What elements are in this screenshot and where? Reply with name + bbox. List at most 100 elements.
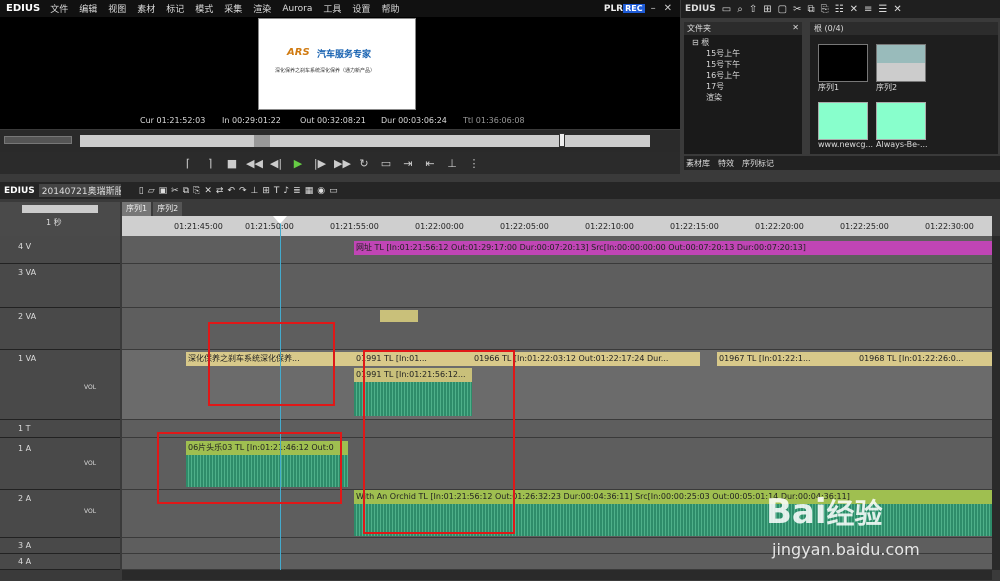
zoom-level[interactable]: 1 秒	[46, 217, 62, 228]
tab-sequence-markers[interactable]: 序列标记	[742, 158, 774, 169]
zoom-slider[interactable]	[22, 205, 98, 213]
step-back-icon[interactable]: ◀|	[268, 157, 284, 170]
undo-icon[interactable]: ↶	[227, 186, 235, 196]
copy-icon[interactable]: ⧉	[807, 4, 814, 15]
clip-item[interactable]: www.newcg...	[818, 102, 876, 149]
group-icon[interactable]: ⊞	[262, 186, 270, 196]
track-header-3va[interactable]: 3 VA	[0, 264, 120, 308]
bin-close-icon[interactable]: ✕	[893, 4, 901, 15]
tree-folder[interactable]: 16号上午	[692, 70, 794, 81]
track-header-1va[interactable]: 1 VA VOL	[0, 350, 120, 420]
delete-icon[interactable]: ✕	[850, 4, 858, 15]
layout-icon[interactable]: ▭	[329, 186, 338, 196]
tab-sequence-2[interactable]: 序列2	[153, 202, 183, 216]
step-forward-icon[interactable]: |▶	[312, 157, 328, 170]
render-icon[interactable]: ▦	[305, 186, 314, 196]
timeline-hscroll[interactable]	[122, 570, 992, 580]
track-header-4v[interactable]: 4 V	[0, 236, 120, 264]
paste-icon[interactable]: ⎘	[821, 4, 829, 15]
track-header-2a[interactable]: 2 A VOL	[0, 490, 120, 538]
track-header-2va[interactable]: 2 VA	[0, 308, 120, 350]
menu-mode[interactable]: 模式	[195, 2, 213, 15]
cursor-head-icon[interactable]	[273, 216, 287, 224]
text-icon[interactable]: T	[274, 186, 280, 196]
tab-bin[interactable]: 素材库	[686, 158, 710, 169]
paste-icon[interactable]: ⎘	[193, 186, 200, 196]
menu-edit[interactable]: 编辑	[79, 2, 97, 15]
track-header-1t[interactable]: 1 T	[0, 420, 120, 438]
clip-item[interactable]: 序列2	[876, 44, 934, 93]
search-icon[interactable]: ⌕	[737, 4, 743, 15]
set-in-icon[interactable]: ⌈	[180, 157, 196, 170]
loop-icon[interactable]: ↻	[356, 157, 372, 170]
clip-01967[interactable]: 01967 TL [In:01:22:1...	[717, 352, 857, 366]
list-icon[interactable]: ☰	[878, 4, 887, 15]
minimize-icon[interactable]: –	[651, 3, 656, 14]
menu-settings[interactable]: 设置	[352, 2, 370, 15]
plr-label[interactable]: PLR	[604, 4, 623, 14]
mic-icon[interactable]: ♪	[283, 186, 289, 196]
menu-marker[interactable]: 标记	[166, 2, 184, 15]
menu-file[interactable]: 文件	[50, 2, 68, 15]
tree-folder[interactable]: 17号	[692, 81, 794, 92]
new-sequence-icon[interactable]: ▯	[139, 186, 144, 196]
timeline-vscroll[interactable]	[992, 236, 1000, 570]
menu-view[interactable]: 视图	[108, 2, 126, 15]
tab-effects[interactable]: 特效	[718, 158, 734, 169]
split-icon[interactable]: ⊥	[444, 157, 460, 170]
menu-help[interactable]: 帮助	[381, 2, 399, 15]
view-icon[interactable]: ≡	[864, 4, 872, 15]
tree-close-icon[interactable]: ✕	[792, 23, 799, 34]
menu-render[interactable]: 渲染	[253, 2, 271, 15]
clip-small[interactable]	[380, 310, 418, 322]
mixer-icon[interactable]: ≣	[293, 186, 301, 196]
open-icon[interactable]: ▱	[148, 186, 155, 196]
menu-capture[interactable]: 采集	[224, 2, 242, 15]
menu-clip[interactable]: 素材	[137, 2, 155, 15]
sync-icon[interactable]: ◉	[317, 186, 325, 196]
shuttle-slider[interactable]	[4, 136, 72, 144]
clip-item[interactable]: 序列1	[818, 44, 876, 93]
insert-icon[interactable]: ⇥	[400, 157, 416, 170]
menu-aurora[interactable]: Aurora	[282, 4, 312, 14]
player-scrub-bar[interactable]	[0, 130, 680, 152]
project-name[interactable]: 20140721奥瑞斯服...	[38, 184, 121, 197]
rewind-icon[interactable]: ◀◀	[246, 157, 263, 170]
fast-forward-icon[interactable]: ▶▶	[334, 157, 351, 170]
playhead-marker[interactable]	[559, 133, 565, 147]
clip-item[interactable]: Always-Be-...	[876, 102, 934, 149]
tab-sequence-1[interactable]: 序列1	[122, 202, 152, 216]
cut-icon[interactable]: ✂	[793, 4, 801, 15]
play-icon[interactable]: ▶	[290, 157, 306, 170]
folder-icon[interactable]: ▭	[722, 4, 731, 15]
copy-icon[interactable]: ⧉	[183, 186, 189, 196]
save-icon[interactable]: ▣	[159, 186, 168, 196]
tree-folder[interactable]: 15号上午	[692, 48, 794, 59]
set-out-icon[interactable]: ⌉	[202, 157, 218, 170]
track-3va[interactable]	[122, 264, 992, 308]
close-icon[interactable]: ✕	[664, 3, 672, 14]
properties-icon[interactable]: ☷	[835, 4, 844, 15]
ripple-icon[interactable]: ⇄	[216, 186, 224, 196]
time-ruler[interactable]: 01:21:45:00 01:21:50:00 01:21:55:00 01:2…	[122, 216, 992, 236]
rec-label[interactable]: REC	[623, 4, 645, 13]
track-header-1a[interactable]: 1 A VOL	[0, 438, 120, 490]
stop-icon[interactable]: ■	[224, 157, 240, 170]
menu-tools[interactable]: 工具	[323, 2, 341, 15]
tree-folder[interactable]: 渲染	[692, 92, 794, 103]
clip-url[interactable]: 网址 TL [In:01:21:56:12 Out:01:29:17:00 Du…	[354, 241, 992, 255]
overwrite-icon[interactable]: ⇤	[422, 157, 438, 170]
split-icon[interactable]: ⊥	[251, 186, 259, 196]
monitor-icon[interactable]: ▭	[378, 157, 394, 170]
tree-root[interactable]: ⊟ 根	[692, 37, 794, 48]
redo-icon[interactable]: ↷	[239, 186, 247, 196]
track-header-3a[interactable]: 3 A	[0, 538, 120, 554]
track-4v[interactable]: 网址 TL [In:01:21:56:12 Out:01:29:17:00 Du…	[122, 236, 992, 264]
add-clip-icon[interactable]: ⊞	[763, 4, 771, 15]
cut-icon[interactable]: ✂	[171, 186, 179, 196]
clip-01968[interactable]: 01968 TL [In:01:22:26:0...	[857, 352, 992, 366]
output-icon[interactable]: ⋮	[466, 157, 482, 170]
capture-icon[interactable]: ▢	[778, 4, 787, 15]
tree-folder[interactable]: 15号下午	[692, 59, 794, 70]
track-header-4a[interactable]: 4 A	[0, 554, 120, 570]
